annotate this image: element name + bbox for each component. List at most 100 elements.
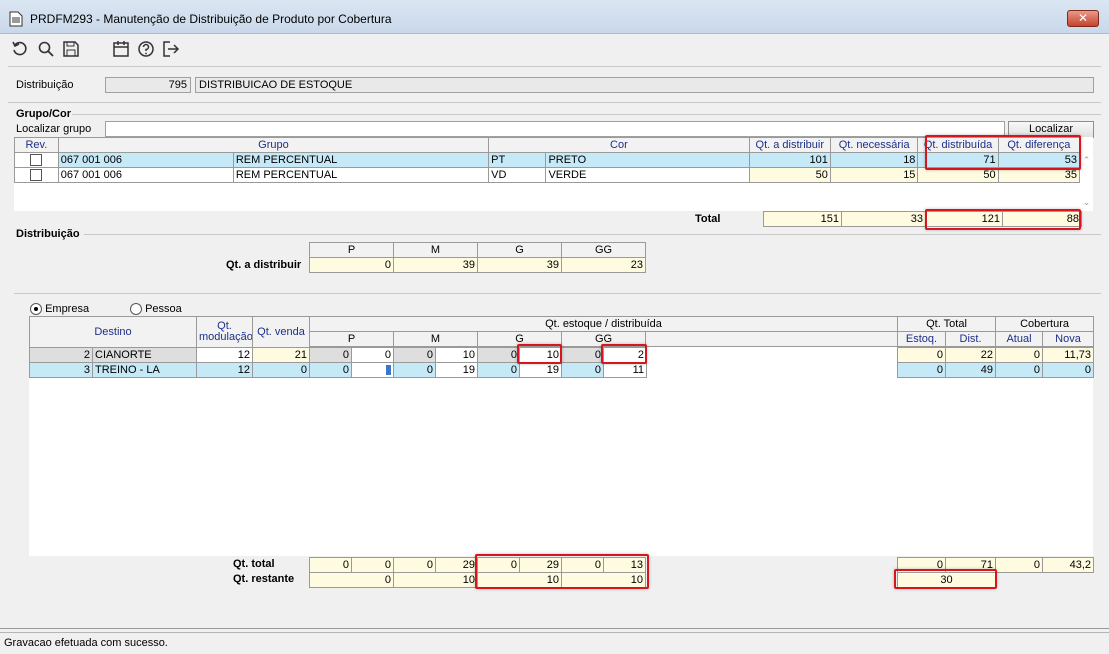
scroll-down-icon[interactable]: ⌄ <box>1081 197 1092 207</box>
distribuicao-section-title: Distribuição <box>16 228 80 240</box>
col-modulacao[interactable]: Qt. modulação <box>196 316 253 348</box>
p-dist-cell[interactable]: 0 <box>351 347 394 363</box>
total-nova: 43,2 <box>1042 557 1094 573</box>
size-header-p: P <box>309 242 394 258</box>
radio-pessoa[interactable]: Pessoa <box>130 303 182 316</box>
col-qt-distribuir[interactable]: Qt. a distribuir <box>748 137 831 153</box>
g-estoque-cell: 0 <box>477 347 520 363</box>
table-row[interactable]: 067 001 006 REM PERCENTUAL PT PRETO 101 … <box>14 152 1081 168</box>
col-nova[interactable]: Nova <box>1042 331 1095 347</box>
atual-cell: 0 <box>995 362 1043 378</box>
cor-desc-cell: PRETO <box>545 152 750 168</box>
col-total-group: Qt. Total <box>896 316 997 332</box>
p-dist-cell[interactable] <box>351 362 394 378</box>
rev-checkbox[interactable] <box>30 153 43 166</box>
total-atual: 0 <box>995 557 1043 573</box>
status-message: Gravacao efetuada com sucesso. <box>4 637 168 649</box>
text-cursor <box>386 365 391 375</box>
destino-name-cell: TREINO - LA <box>92 362 197 378</box>
size-header-empty <box>645 331 898 347</box>
col-estoq[interactable]: Estoq. <box>897 331 946 347</box>
dist-cell: 49 <box>945 362 996 378</box>
estoq-cell: 0 <box>897 347 946 363</box>
dist-cell: 22 <box>945 347 996 363</box>
nova-cell: 0 <box>1042 362 1094 378</box>
radio-empresa[interactable]: Empresa <box>30 303 89 316</box>
cor-code-cell: PT <box>488 152 547 168</box>
radio-pessoa-button[interactable] <box>130 303 142 316</box>
col-cobertura-group: Cobertura <box>995 316 1095 332</box>
highlight-box <box>475 554 649 589</box>
search-icon[interactable] <box>37 40 55 58</box>
total-p-est: 0 <box>309 557 352 573</box>
col-dist[interactable]: Dist. <box>944 331 997 347</box>
size-header-m: M <box>393 242 478 258</box>
col-grupo[interactable]: Grupo <box>57 137 490 153</box>
size-header-gg: GG <box>561 242 646 258</box>
rev-cell[interactable] <box>14 167 59 183</box>
col-cor[interactable]: Cor <box>488 137 750 153</box>
divider <box>8 66 1101 67</box>
grupo-desc-cell: REM PERCENTUAL <box>232 167 490 183</box>
col-venda[interactable]: Qt. venda <box>252 316 310 348</box>
table-row[interactable]: 067 001 006 REM PERCENTUAL VD VERDE 50 1… <box>14 167 1081 183</box>
qt-distribuir-label: Qt. a distribuir <box>226 259 302 271</box>
cor-desc-cell: VERDE <box>545 167 750 183</box>
qt-distribuir-p: 0 <box>309 257 394 273</box>
divider <box>14 293 1101 294</box>
gg-dist-cell[interactable]: 11 <box>603 362 647 378</box>
g-estoque-cell: 0 <box>477 362 520 378</box>
destino-name-cell: CIANORTE <box>92 347 197 363</box>
grupo-code-cell: 067 001 006 <box>57 167 234 183</box>
venda-cell: 0 <box>252 362 310 378</box>
rev-cell[interactable] <box>14 152 59 168</box>
col-destino[interactable]: Destino <box>29 316 197 348</box>
size-header-m: M <box>393 331 478 347</box>
highlight-box <box>894 569 997 589</box>
gg-estoque-cell: 0 <box>561 362 604 378</box>
g-dist-cell[interactable]: 19 <box>519 362 562 378</box>
gg-estoque-cell: 0 <box>561 347 604 363</box>
qt-distribuir-cell: 50 <box>748 167 831 183</box>
nova-cell: 11,73 <box>1042 347 1094 363</box>
exit-icon[interactable] <box>162 40 180 58</box>
qt-restante-label: Qt. restante <box>233 573 295 585</box>
total-m-dist: 29 <box>435 557 478 573</box>
m-estoque-cell: 0 <box>393 347 436 363</box>
distribuicao-code-field[interactable]: 795 <box>105 77 191 93</box>
m-dist-cell[interactable]: 10 <box>435 347 478 363</box>
restante-p: 0 <box>309 572 394 588</box>
p-estoque-cell: 0 <box>309 347 352 363</box>
scroll-up-icon[interactable]: ⌃ <box>1081 155 1092 165</box>
rev-checkbox[interactable] <box>30 168 43 181</box>
table-row[interactable]: 3 TREINO - LA 12 0 0 0 19 0 19 0 11 <box>29 362 647 378</box>
table-row[interactable]: 0 22 0 11,73 <box>897 347 1094 363</box>
save-icon[interactable] <box>62 40 80 58</box>
destinos-rows-right: 0 22 0 11,73 0 49 0 0 <box>897 347 1094 378</box>
refresh-icon[interactable] <box>11 40 29 58</box>
table-row[interactable]: 0 49 0 0 <box>897 362 1094 378</box>
distribuicao-table: P M G GG 0 39 39 23 <box>309 242 646 273</box>
size-header-g: G <box>477 242 562 258</box>
localizar-grupo-input[interactable] <box>105 121 1005 137</box>
qt-total-label: Qt. total <box>233 558 275 570</box>
m-dist-cell[interactable]: 19 <box>435 362 478 378</box>
distribuicao-desc-field[interactable]: DISTRIBUICAO DE ESTOQUE <box>195 77 1094 93</box>
col-qt-necessaria[interactable]: Qt. necessária <box>829 137 919 153</box>
venda-cell: 21 <box>252 347 310 363</box>
total-m-est: 0 <box>393 557 436 573</box>
help-icon[interactable] <box>137 40 155 58</box>
divider <box>0 628 1109 629</box>
highlight-box <box>601 344 647 364</box>
col-atual[interactable]: Atual <box>995 331 1044 347</box>
radio-empresa-button[interactable] <box>30 303 42 316</box>
calendar-icon[interactable] <box>112 40 130 58</box>
grupo-desc-cell: REM PERCENTUAL <box>232 152 490 168</box>
destinos-left-header: Destino Qt. modulação Qt. venda <box>29 316 310 348</box>
total-label: Total <box>695 213 721 225</box>
destino-num-cell: 2 <box>29 347 93 363</box>
close-button[interactable]: ✕ <box>1067 10 1099 27</box>
col-rev[interactable]: Rev. <box>14 137 59 153</box>
qt-necessaria-cell: 18 <box>829 152 919 168</box>
qt-necessaria-cell: 15 <box>829 167 919 183</box>
